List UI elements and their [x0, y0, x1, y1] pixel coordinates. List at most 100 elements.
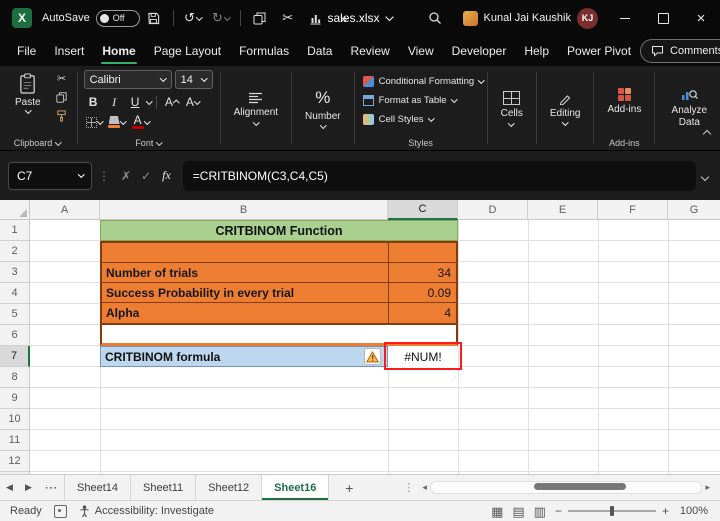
borders-button[interactable]: [84, 113, 105, 131]
column-header-d[interactable]: D: [458, 200, 528, 220]
increase-font-button[interactable]: A: [162, 93, 181, 111]
cell-b4-label[interactable]: Success Probability in every trial: [102, 283, 389, 302]
cut-icon[interactable]: ✂: [274, 5, 302, 31]
row-header-12[interactable]: 12: [0, 451, 30, 472]
formula-input[interactable]: =CRITBINOM(C3,C4,C5): [182, 160, 696, 191]
tab-home[interactable]: Home: [93, 36, 144, 66]
row-header-7[interactable]: 7: [0, 346, 30, 367]
scroll-right-icon[interactable]: ▸: [705, 482, 710, 493]
cell-c4-value[interactable]: 0.09: [389, 283, 456, 302]
font-size-select[interactable]: 14: [174, 70, 213, 89]
tab-insert[interactable]: Insert: [45, 36, 93, 66]
underline-button[interactable]: U: [126, 93, 145, 111]
cell-row-6[interactable]: [100, 325, 458, 346]
tab-view[interactable]: View: [399, 36, 443, 66]
minimize-button[interactable]: [606, 0, 644, 36]
cell-styles-button[interactable]: Cell Styles: [361, 110, 481, 128]
font-color-button[interactable]: A: [130, 113, 152, 131]
cell-c2[interactable]: [389, 243, 456, 262]
enter-icon[interactable]: ✓: [141, 169, 151, 183]
row-header-1[interactable]: 1: [0, 220, 30, 241]
sheet-tab-sheet11[interactable]: Sheet11: [131, 475, 197, 500]
tab-help[interactable]: Help: [515, 36, 558, 66]
cut-icon[interactable]: ✂: [53, 70, 71, 86]
sheets-scroll-left-icon[interactable]: ◀: [0, 475, 19, 500]
accessibility-checker[interactable]: Accessibility: Investigate: [79, 505, 214, 517]
column-header-e[interactable]: E: [528, 200, 598, 220]
font-name-select[interactable]: Calibri: [83, 70, 172, 89]
scrollbar-thumb[interactable]: [533, 483, 626, 490]
tab-developer[interactable]: Developer: [443, 36, 516, 66]
scroll-left-icon[interactable]: ◂: [422, 482, 427, 493]
tab-splitter-icon[interactable]: ⋮: [403, 481, 414, 494]
cells-button[interactable]: Cells: [494, 70, 530, 146]
sheet-tab-sheet16[interactable]: Sheet16: [262, 475, 330, 500]
editing-button[interactable]: Editing: [543, 70, 588, 146]
tab-review[interactable]: Review: [341, 36, 398, 66]
column-header-b[interactable]: B: [100, 200, 388, 220]
addins-button[interactable]: Add-ins: [600, 70, 648, 134]
cell-b1-title[interactable]: CRITBINOM Function: [100, 220, 458, 241]
format-as-table-button[interactable]: Format as Table: [361, 91, 481, 109]
cell-row-2[interactable]: [102, 243, 456, 263]
formula-bar-splitter[interactable]: ⋮: [98, 169, 110, 183]
row-header-2[interactable]: 2: [0, 241, 30, 262]
undo-icon[interactable]: ↺: [179, 5, 207, 31]
column-header-c[interactable]: C: [388, 200, 458, 220]
maximize-button[interactable]: [644, 0, 682, 36]
all-sheets-icon[interactable]: ⋯: [38, 480, 64, 496]
tab-power-pivot[interactable]: Power Pivot: [558, 36, 640, 66]
new-sheet-button[interactable]: +: [337, 475, 361, 500]
cell-c3-value[interactable]: 34: [389, 263, 456, 282]
zoom-slider-thumb[interactable]: [610, 506, 615, 516]
row-header-8[interactable]: 8: [0, 367, 30, 388]
italic-button[interactable]: I: [105, 93, 124, 111]
clipboard-group-label[interactable]: Clipboard: [0, 138, 75, 148]
conditional-formatting-button[interactable]: Conditional Formatting: [361, 72, 485, 90]
styles-group-label[interactable]: Styles: [357, 138, 485, 148]
column-header-f[interactable]: F: [598, 200, 668, 220]
alignment-button[interactable]: Alignment: [227, 70, 285, 146]
chart-icon[interactable]: [302, 5, 330, 31]
bold-button[interactable]: B: [84, 93, 103, 111]
addins-group-label[interactable]: Add-ins: [596, 138, 652, 148]
name-box[interactable]: C7: [8, 161, 92, 190]
number-format-button[interactable]: % Number: [298, 70, 348, 146]
save-icon[interactable]: [140, 5, 168, 31]
paste-button[interactable]: Paste: [8, 70, 48, 124]
user-account[interactable]: Kunal Jai Kaushik KJ: [462, 7, 598, 29]
error-warning-icon[interactable]: [364, 348, 381, 365]
autosave-toggle[interactable]: Off: [95, 9, 140, 27]
row-header-11[interactable]: 11: [0, 430, 30, 451]
redo-icon[interactable]: ↻: [207, 5, 235, 31]
record-macro-icon[interactable]: [53, 504, 67, 518]
insert-function-icon[interactable]: fx: [162, 168, 171, 183]
sheets-scroll-right-icon[interactable]: ▶: [19, 475, 38, 500]
tab-data[interactable]: Data: [298, 36, 341, 66]
sheet-tab-sheet14[interactable]: Sheet14: [64, 475, 131, 500]
row-header-3[interactable]: 3: [0, 262, 30, 283]
select-all-corner[interactable]: [0, 200, 30, 220]
close-button[interactable]: ×: [682, 0, 720, 36]
search-icon[interactable]: [421, 5, 449, 31]
row-header-10[interactable]: 10: [0, 409, 30, 430]
document-title[interactable]: sales.xlsx: [327, 0, 394, 36]
tab-formulas[interactable]: Formulas: [230, 36, 298, 66]
format-painter-icon[interactable]: [53, 108, 71, 124]
row-header-6[interactable]: 6: [0, 325, 30, 346]
row-header-5[interactable]: 5: [0, 304, 30, 325]
cancel-icon[interactable]: ✗: [121, 169, 131, 183]
comments-button[interactable]: Comments: [640, 39, 720, 63]
row-header-9[interactable]: 9: [0, 388, 30, 409]
scrollbar-track[interactable]: [429, 481, 703, 494]
column-header-g[interactable]: G: [668, 200, 720, 220]
cell-b5-label[interactable]: Alpha: [102, 303, 389, 323]
tab-page-layout[interactable]: Page Layout: [145, 36, 230, 66]
page-layout-view-icon[interactable]: ▤: [512, 505, 524, 518]
cell-b3-label[interactable]: Number of trials: [102, 263, 389, 282]
copy-icon[interactable]: [246, 5, 274, 31]
page-break-view-icon[interactable]: ▥: [534, 505, 546, 518]
font-group-label[interactable]: Font: [80, 138, 218, 148]
fill-color-button[interactable]: [106, 113, 128, 131]
sheet-tab-sheet12[interactable]: Sheet12: [196, 475, 263, 500]
